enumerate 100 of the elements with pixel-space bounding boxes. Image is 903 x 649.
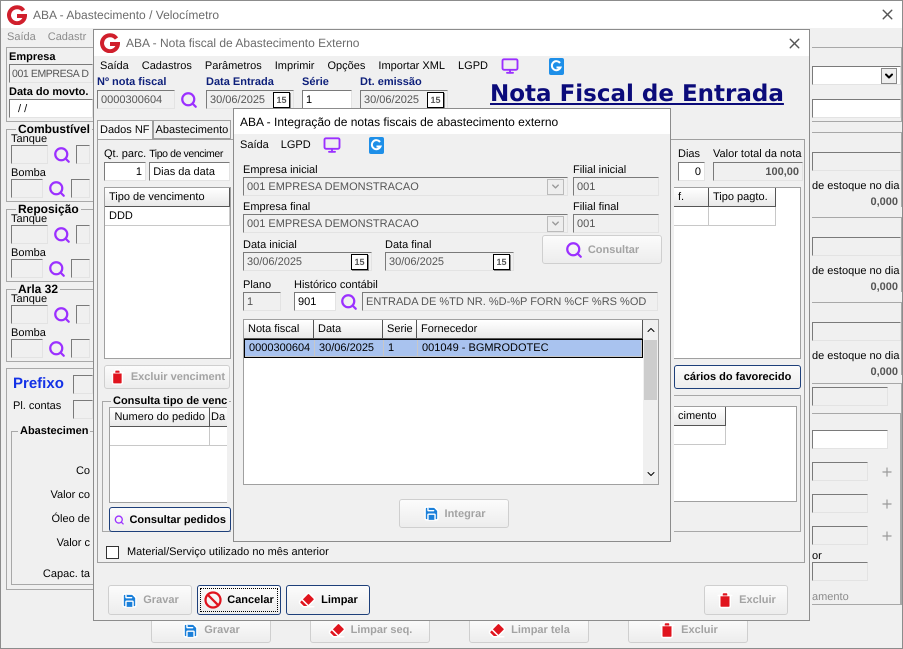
monitor-icon[interactable] (501, 57, 519, 75)
code-field[interactable] (11, 305, 48, 324)
column-header[interactable]: f. (674, 188, 709, 207)
value-field[interactable] (812, 494, 868, 513)
search-icon[interactable] (340, 292, 358, 310)
name-field[interactable] (71, 179, 90, 198)
installments-field[interactable]: 1 (104, 162, 146, 181)
value-field[interactable] (812, 526, 868, 545)
name-field[interactable] (76, 225, 90, 244)
code-field[interactable] (11, 225, 48, 244)
calendar-button[interactable]: 15 (493, 254, 510, 270)
column-header[interactable]: Tipo de vencimento (105, 188, 230, 207)
menu-item[interactable]: Saída (100, 60, 129, 72)
date-field[interactable]: 30/06/2025 15 (360, 90, 448, 109)
menu-item[interactable]: LGPD (458, 60, 488, 72)
plan-field[interactable]: 1 (243, 292, 281, 311)
scrollbar[interactable] (643, 320, 658, 484)
query-orders-button[interactable]: Consultar pedidos (109, 507, 231, 532)
monitor-icon[interactable] (322, 136, 341, 154)
code-field[interactable] (11, 179, 43, 198)
text-field[interactable] (812, 387, 888, 406)
company-select[interactable]: 001 EMPRESA DEMONSTRACAO (243, 177, 568, 196)
name-field[interactable] (71, 259, 90, 278)
column-header[interactable]: cimento (674, 407, 726, 426)
column-header[interactable]: Nota fiscal (244, 320, 314, 339)
action-button[interactable]: Limpar (286, 585, 370, 615)
history-code-field[interactable]: 901 (294, 292, 336, 311)
search-icon[interactable] (48, 260, 66, 278)
calendar-button[interactable]: 15 (273, 92, 290, 108)
plus-icon[interactable] (880, 464, 894, 478)
plus-icon[interactable] (880, 528, 894, 542)
days-field[interactable]: 0 (678, 162, 705, 181)
calendar-button[interactable]: 15 (427, 92, 444, 108)
menu-item[interactable]: Parâmetros (204, 60, 262, 72)
app-icon[interactable] (368, 136, 384, 154)
column-header[interactable]: Serie (383, 320, 417, 339)
name-field[interactable] (71, 339, 90, 358)
menu-item[interactable]: Opções (327, 60, 366, 72)
menu-item[interactable]: Imprimir (274, 60, 314, 72)
field-label: Bomba (11, 167, 46, 179)
date-field[interactable]: 30/06/2025 15 (243, 252, 372, 271)
table-cell: 0000300604 (245, 340, 315, 357)
checkbox[interactable] (106, 546, 119, 559)
date-field[interactable]: 30/06/2025 15 (385, 252, 514, 271)
search-icon[interactable] (53, 306, 71, 324)
table-row[interactable]: 0000300604 30/06/2025 1 001049 - BGMRODOTEC (244, 339, 643, 358)
value-field[interactable] (812, 562, 868, 581)
search-icon[interactable] (53, 226, 71, 244)
column-header[interactable]: Numero do pedido (110, 408, 210, 427)
stock-field[interactable] (812, 237, 901, 256)
text-field[interactable] (812, 430, 888, 449)
menu-item[interactable]: Cadastros (142, 60, 192, 72)
field-label: Tipo de vencimer (149, 148, 223, 160)
search-icon[interactable] (180, 90, 198, 108)
menu-item[interactable]: Saída (240, 139, 269, 151)
value-field[interactable] (812, 462, 868, 481)
menu-item[interactable]: Importar XML (378, 60, 446, 72)
search-icon[interactable] (48, 180, 66, 198)
stock-field[interactable] (812, 152, 901, 171)
company-field[interactable]: 001 EMPRESA D (9, 64, 93, 83)
column-header[interactable]: Data (314, 320, 383, 339)
table-cell: 001049 - BGMRODOTEC (418, 340, 642, 357)
checkbox-label: Material/Serviço utilizado no mês anterior (127, 546, 329, 558)
bank-details-button[interactable]: cários do favorecido (674, 365, 801, 389)
search-icon[interactable] (53, 146, 71, 164)
plus-icon[interactable] (880, 496, 894, 510)
branch-field[interactable]: 001 (573, 177, 659, 196)
search-icon[interactable] (48, 340, 66, 358)
due-type-field[interactable]: Dias da data (149, 162, 230, 181)
menu-item[interactable]: LGPD (280, 139, 311, 151)
code-field[interactable] (11, 339, 43, 358)
text-field[interactable] (812, 99, 901, 118)
accounts-field[interactable] (73, 400, 93, 419)
code-field[interactable] (11, 259, 43, 278)
series-field[interactable]: 1 (302, 90, 352, 109)
company-select[interactable]: 001 EMPRESA DEMONSTRACAO (243, 214, 568, 233)
code-field[interactable] (11, 145, 48, 164)
tab[interactable]: Dados NF (97, 120, 153, 139)
group-title: Combustível (18, 122, 92, 136)
table-cell: 1 (384, 340, 418, 357)
dropdown-field[interactable] (812, 66, 901, 85)
trash-icon (716, 591, 734, 609)
dropdown-caret-icon[interactable] (881, 68, 897, 84)
tab[interactable]: Abastecimento (152, 120, 232, 139)
date-field[interactable]: / / (9, 99, 93, 118)
name-field[interactable] (76, 305, 90, 324)
calendar-button[interactable]: 15 (351, 254, 368, 270)
action-button[interactable]: Cancelar (197, 585, 281, 615)
invoice-number-field[interactable]: 0000300604 (97, 90, 175, 109)
column-header[interactable]: Tipo pagto. (709, 188, 776, 207)
search-icon (564, 240, 583, 258)
field-label: Tanque (11, 213, 48, 225)
name-field[interactable] (76, 145, 90, 164)
app-icon[interactable] (549, 58, 564, 74)
column-header[interactable]: Fornecedor (417, 320, 643, 339)
column-header[interactable]: Da (210, 408, 227, 427)
stock-field[interactable] (812, 322, 901, 341)
branch-field[interactable]: 001 (573, 214, 659, 233)
date-field[interactable]: 30/06/2025 15 (206, 90, 294, 109)
prefix-field[interactable] (73, 375, 93, 394)
